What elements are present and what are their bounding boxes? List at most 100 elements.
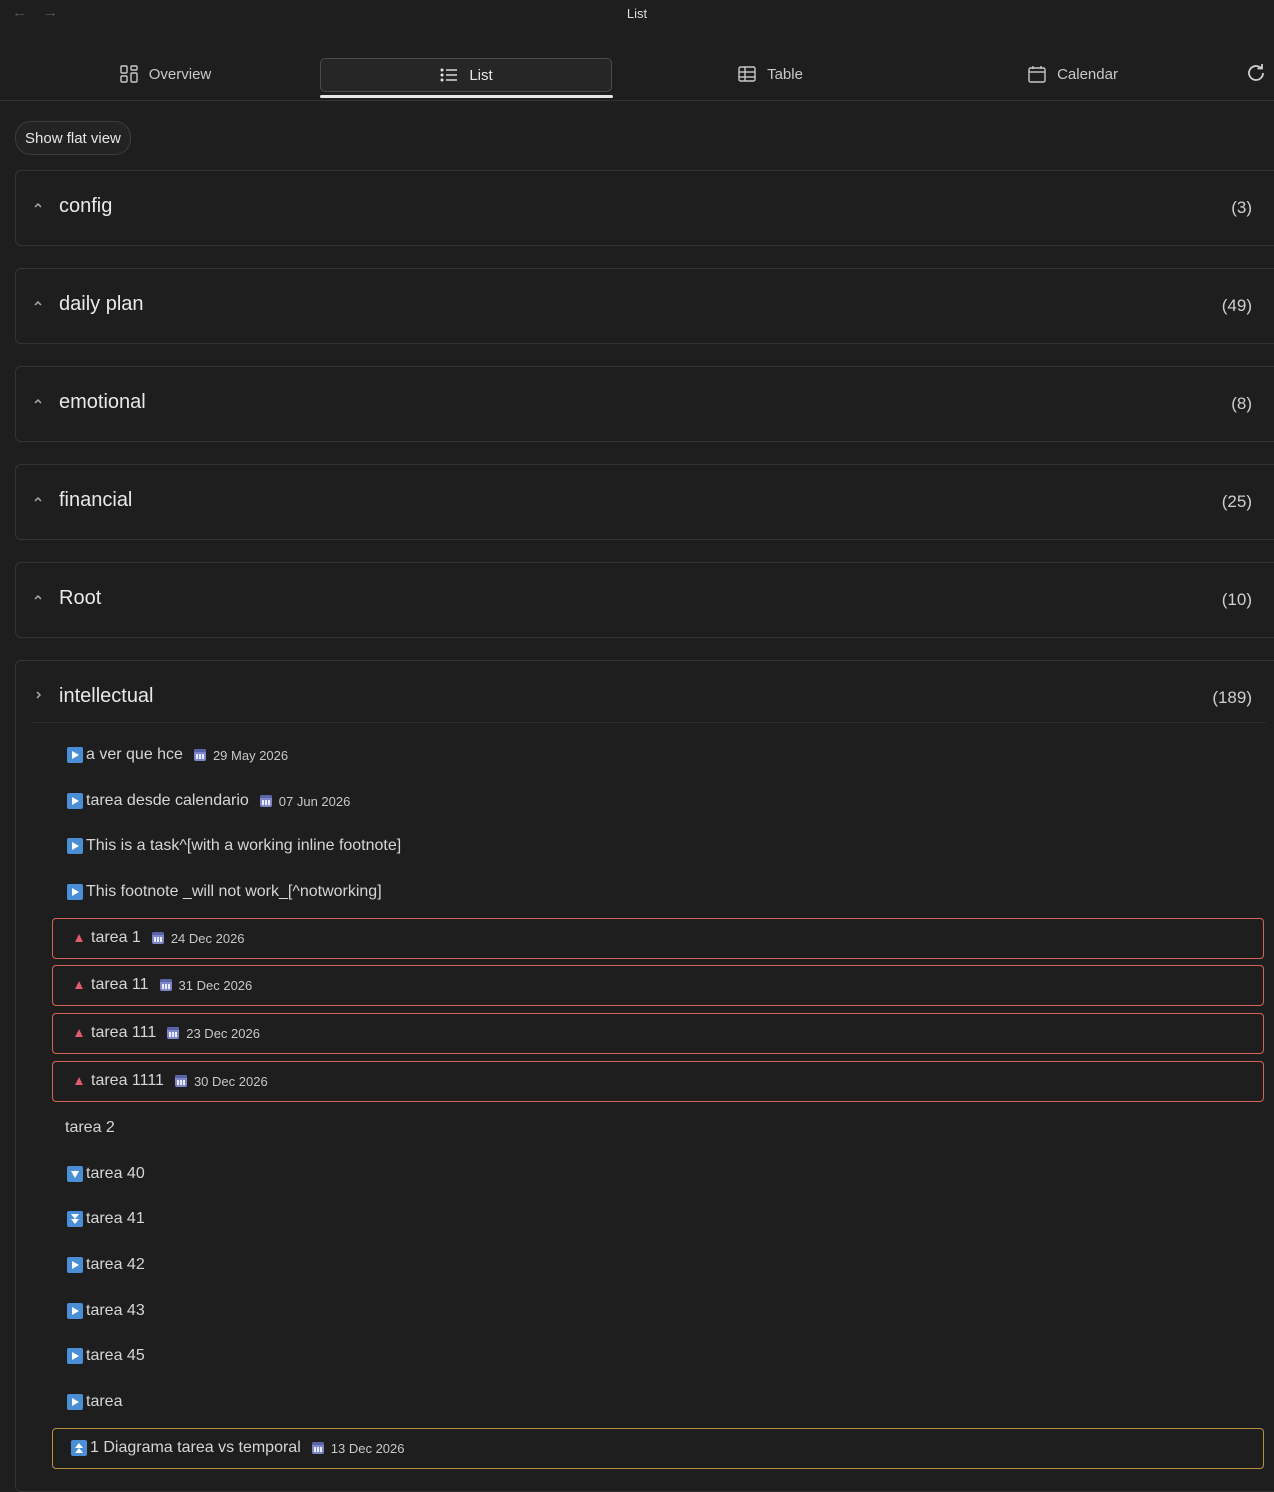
calendar-icon — [167, 1027, 180, 1039]
divider — [31, 722, 1266, 723]
view-tabs: Overview List Table Calendar — [0, 52, 1274, 101]
title-bar: ← → List — [0, 0, 1274, 30]
group-title: intellectual — [59, 685, 154, 707]
task-item-highlighted[interactable]: 1 Diagrama tarea vs temporal 13 Dec 2026 — [52, 1428, 1264, 1469]
chevron-up-icon — [34, 300, 42, 306]
task-text: This footnote _will not work_[^notworkin… — [86, 883, 382, 900]
task-text: tarea 43 — [86, 1302, 145, 1319]
table-icon — [738, 66, 756, 82]
calendar-icon — [1028, 66, 1046, 83]
tab-overview[interactable]: Overview — [60, 58, 270, 90]
task-text: tarea 40 — [86, 1165, 145, 1182]
group-intellectual: intellectual (189) a ver que hce 29 May … — [15, 660, 1274, 1492]
task-text: tarea 1 — [91, 929, 141, 946]
task-item-highlighted[interactable]: tarea 111 23 Dec 2026 — [52, 1013, 1264, 1054]
due-date-text: 31 Dec 2026 — [178, 977, 253, 993]
refresh-icon[interactable] — [1245, 62, 1267, 84]
calendar-icon — [151, 932, 164, 944]
due-date: 29 May 2026 — [193, 747, 289, 763]
due-date: 30 Dec 2026 — [174, 1074, 268, 1089]
group-header[interactable]: financial (25) — [16, 465, 1274, 539]
group-count: (189) — [1212, 688, 1252, 707]
group-header[interactable]: emotional (8) — [16, 367, 1274, 441]
group-title: emotional — [59, 391, 146, 413]
calendar-icon — [259, 795, 272, 807]
task-text: tarea 111 — [91, 1024, 157, 1041]
due-date: 23 Dec 2026 — [167, 1026, 260, 1041]
high-priority-icon — [75, 981, 83, 989]
group-count: (25) — [1221, 492, 1252, 511]
due-date-text: 29 May 2026 — [212, 747, 289, 763]
task-item-highlighted[interactable]: tarea 11 31 Dec 2026 — [52, 965, 1264, 1006]
group-title: daily plan — [59, 293, 144, 315]
group-header[interactable]: intellectual (189) — [16, 661, 1274, 735]
tab-calendar[interactable]: Calendar — [980, 58, 1165, 90]
calendar-icon — [311, 1442, 324, 1454]
task-text: a ver que hce — [86, 746, 183, 763]
tab-table[interactable]: Table — [680, 58, 860, 90]
task-row: 1 Diagrama tarea vs temporal 13 Dec 2026 — [71, 1436, 405, 1460]
play-icon — [67, 838, 83, 854]
high-priority-icon — [75, 1077, 83, 1085]
task-row: tarea 1 24 Dec 2026 — [75, 926, 245, 950]
down-triangle-icon — [67, 1166, 83, 1182]
group-count: (49) — [1221, 296, 1252, 315]
group-header[interactable]: config (3) — [16, 171, 1274, 245]
group-title: Root — [59, 587, 102, 609]
task-item[interactable]: tarea 43 — [67, 1299, 145, 1323]
due-date: 24 Dec 2026 — [151, 930, 245, 946]
group-emotional: emotional (8) — [15, 366, 1274, 442]
group-title: config — [59, 195, 113, 217]
task-item[interactable]: tarea desde calendario 07 Jun 2026 — [67, 789, 350, 813]
task-item[interactable]: This footnote _will not work_[^notworkin… — [67, 880, 382, 904]
task-item[interactable]: tarea 40 — [67, 1162, 145, 1186]
tab-list[interactable]: List — [320, 58, 612, 92]
group-count: (10) — [1221, 590, 1252, 609]
chevron-up-icon — [34, 594, 42, 600]
task-item[interactable]: tarea — [67, 1390, 122, 1414]
show-flat-view-button[interactable]: Show flat view — [15, 121, 131, 155]
play-icon — [67, 793, 83, 809]
tab-list-label: List — [469, 66, 493, 84]
calendar-icon — [159, 979, 172, 991]
group-header[interactable]: daily plan (49) — [16, 269, 1274, 343]
high-priority-icon — [75, 934, 83, 942]
task-text: tarea 11 — [91, 976, 149, 993]
play-icon — [67, 1303, 83, 1319]
chevron-right-icon — [36, 691, 42, 699]
task-item[interactable]: This is a task^[with a working inline fo… — [67, 834, 401, 858]
task-item[interactable]: a ver que hce 29 May 2026 — [67, 743, 288, 767]
task-item-highlighted[interactable]: tarea 1111 30 Dec 2026 — [52, 1061, 1264, 1102]
calendar-icon — [174, 1075, 187, 1087]
task-row: tarea 1111 30 Dec 2026 — [75, 1069, 268, 1093]
task-item[interactable]: tarea 42 — [67, 1253, 145, 1277]
due-date: 07 Jun 2026 — [259, 794, 350, 809]
play-icon — [67, 1257, 83, 1273]
grid-icon — [120, 65, 138, 83]
chevron-up-icon — [34, 496, 42, 502]
task-item[interactable]: tarea 2 — [65, 1116, 115, 1140]
due-date: 13 Dec 2026 — [311, 1440, 405, 1456]
task-text: tarea 42 — [86, 1256, 145, 1273]
group-header[interactable]: Root (10) — [16, 563, 1274, 637]
task-text: tarea 1111 — [91, 1072, 164, 1089]
task-item[interactable]: tarea 45 — [67, 1344, 145, 1368]
window-title: List — [626, 6, 648, 21]
task-item-highlighted[interactable]: tarea 1 24 Dec 2026 — [52, 918, 1264, 959]
task-text: tarea 41 — [86, 1210, 145, 1227]
due-date-text: 24 Dec 2026 — [170, 930, 245, 946]
task-text: 1 Diagrama tarea vs temporal — [90, 1439, 301, 1456]
due-date-text: 13 Dec 2026 — [330, 1440, 405, 1456]
task-text: tarea — [86, 1393, 123, 1410]
high-priority-icon — [75, 1029, 83, 1037]
group-financial: financial (25) — [15, 464, 1274, 540]
chevron-up-icon — [34, 398, 42, 404]
group-count: (3) — [1231, 198, 1252, 217]
calendar-icon — [193, 749, 206, 761]
due-date: 31 Dec 2026 — [159, 977, 253, 993]
task-item[interactable]: tarea 41 — [67, 1207, 145, 1231]
tab-overview-label: Overview — [148, 65, 212, 83]
chevron-up-icon — [34, 202, 42, 208]
tab-table-label: Table — [767, 65, 803, 83]
active-tab-indicator — [320, 95, 613, 98]
